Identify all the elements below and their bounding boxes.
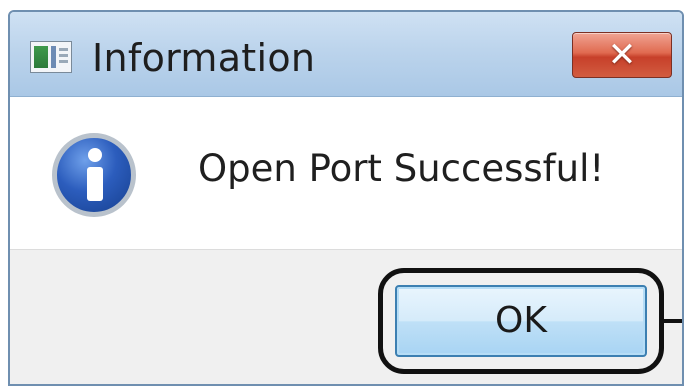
callout-line — [664, 319, 682, 323]
ok-button[interactable]: OK — [395, 285, 647, 357]
title-bar[interactable]: Information ✕ — [10, 12, 682, 97]
ok-button-label: OK — [495, 300, 547, 341]
close-button[interactable]: ✕ — [572, 32, 672, 78]
ok-button-highlight: OK — [378, 268, 664, 374]
info-icon — [52, 133, 136, 217]
information-dialog: Information ✕ Open Port Successful! OK — [8, 10, 684, 386]
dialog-title: Information — [92, 36, 316, 80]
button-bar: OK — [10, 249, 682, 384]
window-icon — [30, 41, 72, 73]
close-icon: ✕ — [607, 35, 637, 75]
message-text: Open Port Successful! — [198, 147, 605, 190]
message-area: Open Port Successful! — [10, 97, 682, 249]
